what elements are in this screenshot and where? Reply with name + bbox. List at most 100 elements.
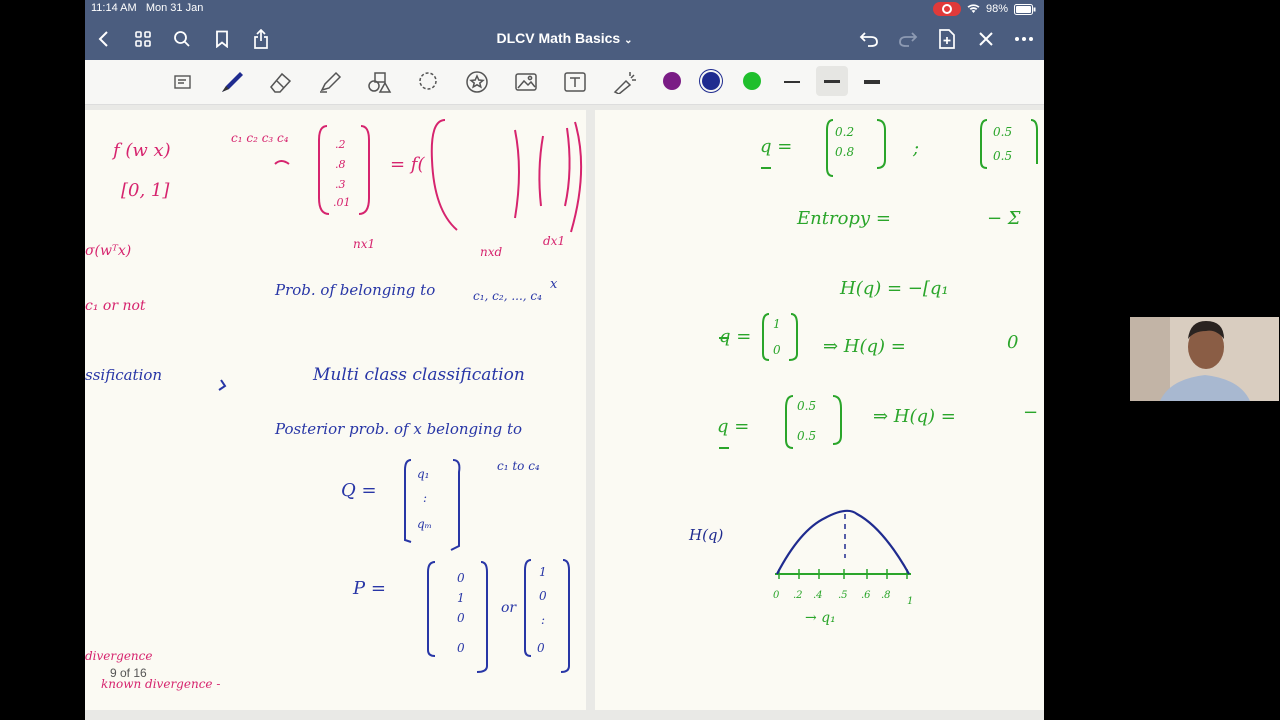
vec-entry-2: .3 [335, 178, 346, 191]
qv3-entry-1: 0 [773, 343, 781, 357]
p2-entry-0: 1 [539, 565, 547, 579]
redo-icon[interactable] [897, 28, 919, 50]
qv2-entry-1: 0.5 [993, 149, 1012, 163]
note-page-right[interactable]: q = ; Entropy = − Σ H(q) = −[q₁ q = ⇒ H(… [595, 110, 1044, 710]
range-text: [0, 1] [121, 180, 170, 201]
semicolon-text: ; [912, 138, 919, 159]
P-label: P = [352, 578, 386, 599]
more-icon[interactable] [1013, 28, 1035, 50]
qv2-entry-0: 0.5 [993, 125, 1012, 139]
ipad-screen: 11:14 AM Mon 31 Jan 98% DLCV Math Basics… [85, 0, 1044, 720]
chevron-down-icon: ⌄ [624, 35, 633, 46]
eraser-icon[interactable] [267, 70, 295, 94]
wifi-icon [967, 4, 980, 13]
nav-bar: DLCV Math Basics ⌄ [85, 18, 1044, 60]
axis-label-q1: → q₁ [805, 610, 836, 626]
c1-to-c4-text: c₁ to c₄ [497, 459, 540, 473]
eq-f-text: = f( [390, 154, 425, 175]
Q-label: Q = [341, 480, 377, 501]
Hq-axis-label: H(q) [688, 526, 724, 544]
class-labels-text: c₁ c₂ c₃ c₄ [231, 131, 289, 145]
dx1-text: dx1 [543, 234, 565, 248]
arrow1-text: ⇒ H(q) = [823, 336, 906, 357]
p2-entry-3: 0 [537, 641, 545, 655]
read-mode-icon[interactable] [169, 70, 197, 94]
divergence-text: divergence [85, 649, 152, 663]
q-entry-2: qₘ [417, 517, 432, 531]
classes-list-text: c₁, c₂, ..., c₄ [473, 289, 542, 303]
posterior-text: Posterior prob. of x belonging to [274, 420, 522, 438]
or-text: or [501, 600, 517, 616]
q-entry-1: : [423, 491, 427, 505]
close-icon[interactable] [975, 28, 997, 50]
qv3-entry-0: 1 [773, 317, 781, 331]
q-eq-text: q = [760, 136, 792, 157]
tick-5: .8 [881, 590, 891, 601]
f-wx-text: f (w x) [111, 140, 171, 161]
color-navy-swatch-selected[interactable] [702, 72, 720, 90]
minus-text: − [1023, 402, 1038, 423]
p-entry-3: 0 [457, 641, 465, 655]
lasso-icon[interactable] [414, 70, 442, 94]
p2-entry-1: 0 [539, 589, 547, 603]
qv-entry-1: 0.8 [835, 145, 854, 159]
battery-percent: 98% [985, 3, 1008, 15]
qv4-entry-0: 0.5 [797, 399, 816, 413]
tool-bar [85, 60, 1044, 105]
minus-sum-text: − Σ [987, 208, 1021, 229]
multiclass-heading: Multi class classification [312, 365, 525, 385]
undo-icon[interactable] [858, 28, 880, 50]
nxd-text: nxd [480, 245, 502, 259]
status-date: Mon 31 Jan [145, 2, 204, 14]
qv-entry-0: 0.2 [835, 125, 854, 139]
battery-icon [1014, 3, 1036, 15]
tick-3: .5 [838, 590, 848, 601]
prob-belonging-text: Prob. of belonging to [274, 281, 435, 299]
zero-text: 0 [1007, 332, 1018, 353]
q1-label: q = [719, 326, 751, 347]
or-not-text: c₁ or not [85, 298, 146, 314]
text-box-icon[interactable] [561, 70, 589, 94]
image-icon[interactable] [512, 70, 540, 94]
vec-entry-0: .2 [335, 138, 346, 151]
tick-0: 0 [773, 590, 780, 601]
sigmoid-text: σ(wᵀx) [85, 243, 131, 259]
vec-entry-3: .01 [333, 196, 351, 209]
entropy-curve [776, 509, 910, 575]
recording-indicator-icon [932, 2, 961, 16]
tick-4: .6 [861, 590, 871, 601]
stroke-thin-option[interactable] [784, 81, 800, 83]
tick-1: .2 [793, 590, 803, 601]
stroke-medium-option[interactable] [824, 80, 840, 83]
sticker-icon[interactable] [463, 70, 491, 94]
q2-label: q = [717, 416, 749, 437]
p-entry-2: 0 [457, 611, 465, 625]
tick-6: 1 [907, 596, 913, 607]
note-page-left[interactable]: f (w x) [0, 1] c₁ c₂ c₃ c₄ = f( nx1 nxd … [85, 110, 586, 710]
color-green-swatch[interactable] [743, 72, 761, 90]
x-mark-text: x [550, 277, 558, 292]
add-page-icon[interactable] [936, 28, 958, 50]
status-time: 11:14 AM [91, 2, 137, 14]
arrow2-text: ⇒ H(q) = [873, 406, 956, 427]
p-entry-1: 1 [457, 591, 465, 605]
webcam-video [1130, 317, 1279, 401]
qv4-entry-1: 0.5 [797, 429, 816, 443]
status-bar: 11:14 AM Mon 31 Jan 98% [85, 0, 1044, 18]
p-entry-0: 0 [457, 571, 465, 585]
highlighter-icon[interactable] [316, 70, 344, 94]
presenter-silhouette [1130, 317, 1279, 401]
laser-pointer-icon[interactable] [610, 70, 638, 94]
shapes-icon[interactable] [365, 70, 393, 94]
nx1-text: nx1 [353, 237, 375, 251]
ssification-text: ssification [85, 366, 162, 384]
page-indicator: 9 of 16 [110, 666, 147, 680]
tick-2: .4 [813, 590, 823, 601]
vec-entry-1: .8 [335, 158, 346, 171]
stroke-thick-option[interactable] [864, 80, 880, 84]
pen-tool-icon[interactable] [218, 70, 246, 94]
entropy-text: Entropy = [796, 208, 891, 229]
color-purple-swatch[interactable] [663, 72, 681, 90]
p2-entry-2: : [541, 613, 545, 627]
Hq-formula-text: H(q) = −[q₁ [839, 278, 949, 299]
